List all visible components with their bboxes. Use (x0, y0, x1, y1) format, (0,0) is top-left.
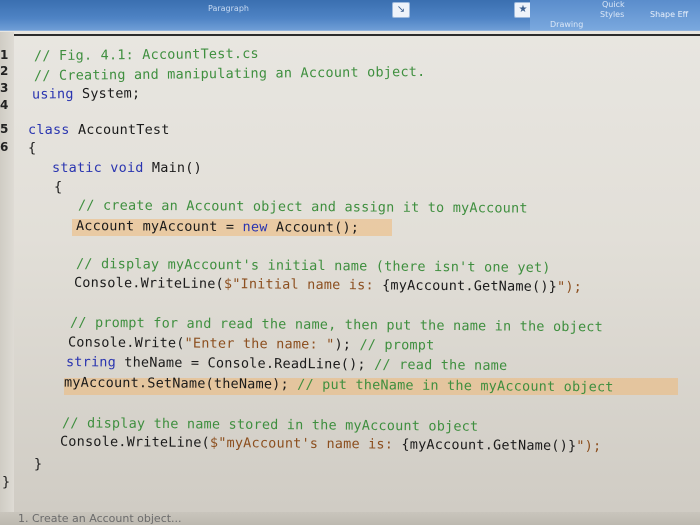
keyword: new (242, 219, 268, 236)
code-line: using System; (32, 85, 140, 102)
code-line: Console.Write("Enter the name: "); // pr… (68, 334, 435, 353)
code-line-comment: // display the name stored in the myAcco… (61, 415, 479, 435)
ribbon-drawing-label: Drawing (550, 20, 584, 29)
code-line: Console.WriteLine($"Initial name is: {my… (74, 275, 582, 295)
code-line: string theName = Console.ReadLine(); // … (66, 354, 508, 374)
code-line: { (28, 140, 37, 156)
code-line-comment: // Creating and manipulating an Account … (33, 63, 426, 85)
line-number: 5 (0, 122, 9, 136)
string-literal: $"Initial name is: (223, 276, 383, 294)
code-text: System; (73, 85, 141, 103)
code-line-comment: // prompt for and read the name, then pu… (69, 314, 604, 336)
code-line-comment: // create an Account object and assign i… (77, 197, 528, 217)
ribbon-bar: Paragraph ↘ ★ Quick Styles Shape Eff Dra… (0, 0, 700, 31)
line-number: 6 (0, 140, 9, 154)
code-text: myAccount.SetName(theName); (63, 374, 298, 393)
keyword: string (65, 354, 117, 371)
ribbon-paragraph-label: Paragraph (208, 4, 249, 13)
code-line: Console.WriteLine($"myAccount's name is:… (60, 434, 601, 455)
code-line: { (54, 179, 63, 195)
code-text: Console.Write( (67, 334, 185, 352)
ribbon-shape-effects-label[interactable]: Shape Eff (650, 10, 688, 19)
ribbon-styles-group: Quick Styles Shape Eff Drawing (530, 0, 700, 30)
code-text: Console.WriteLine( (59, 433, 210, 451)
code-line-comment: // display myAccount's initial name (the… (75, 255, 551, 277)
ribbon-quick-label: Quick (602, 0, 625, 9)
code-line-comment: // Fig. 4.1: AccountTest.cs (33, 45, 259, 65)
line-number: 2 (0, 64, 9, 78)
keyword: using (31, 86, 74, 103)
code-comment: // read the name (374, 356, 508, 374)
keyword: static void (52, 160, 144, 176)
code-text: {myAccount.GetName()} (401, 436, 577, 455)
code-comment: // prompt (359, 336, 435, 354)
code-text: Main() (143, 160, 202, 176)
code-text: Account myAccount = (75, 218, 243, 236)
bottom-clipped-text: 1. Create an Account object... (18, 512, 182, 525)
code-line: } (2, 474, 11, 490)
code-text: Account(); (267, 219, 360, 236)
line-number: 4 (0, 98, 9, 112)
string-literal: $"myAccount's name is: (209, 434, 402, 453)
keyword: class (28, 122, 70, 138)
code-text: ); (334, 336, 360, 353)
line-number: 3 (0, 81, 9, 95)
string-literal: "Enter the name: " (184, 335, 335, 353)
code-line: } (34, 456, 43, 472)
photo-of-screen: Paragraph ↘ ★ Quick Styles Shape Eff Dra… (0, 0, 700, 525)
code-text: AccountTest (69, 122, 170, 138)
code-text: Console.WriteLine( (73, 274, 224, 293)
line-number: 1 (0, 48, 9, 62)
code-line: Account myAccount = new Account(); (76, 218, 359, 236)
code-comment: // put theName in the myAccount object (297, 376, 614, 396)
string-literal: "); (576, 438, 602, 455)
string-literal: "); (556, 278, 583, 296)
ribbon-styles-label[interactable]: Styles (600, 10, 624, 19)
dialog-launcher-icon[interactable]: ↘ (392, 2, 410, 18)
code-line: class AccountTest (28, 122, 170, 138)
code-text: theName = Console.ReadLine(); (115, 354, 375, 373)
code-line: static void Main() (52, 160, 202, 176)
code-text: {myAccount.GetName()} (382, 277, 558, 295)
ruler-line (10, 34, 700, 36)
